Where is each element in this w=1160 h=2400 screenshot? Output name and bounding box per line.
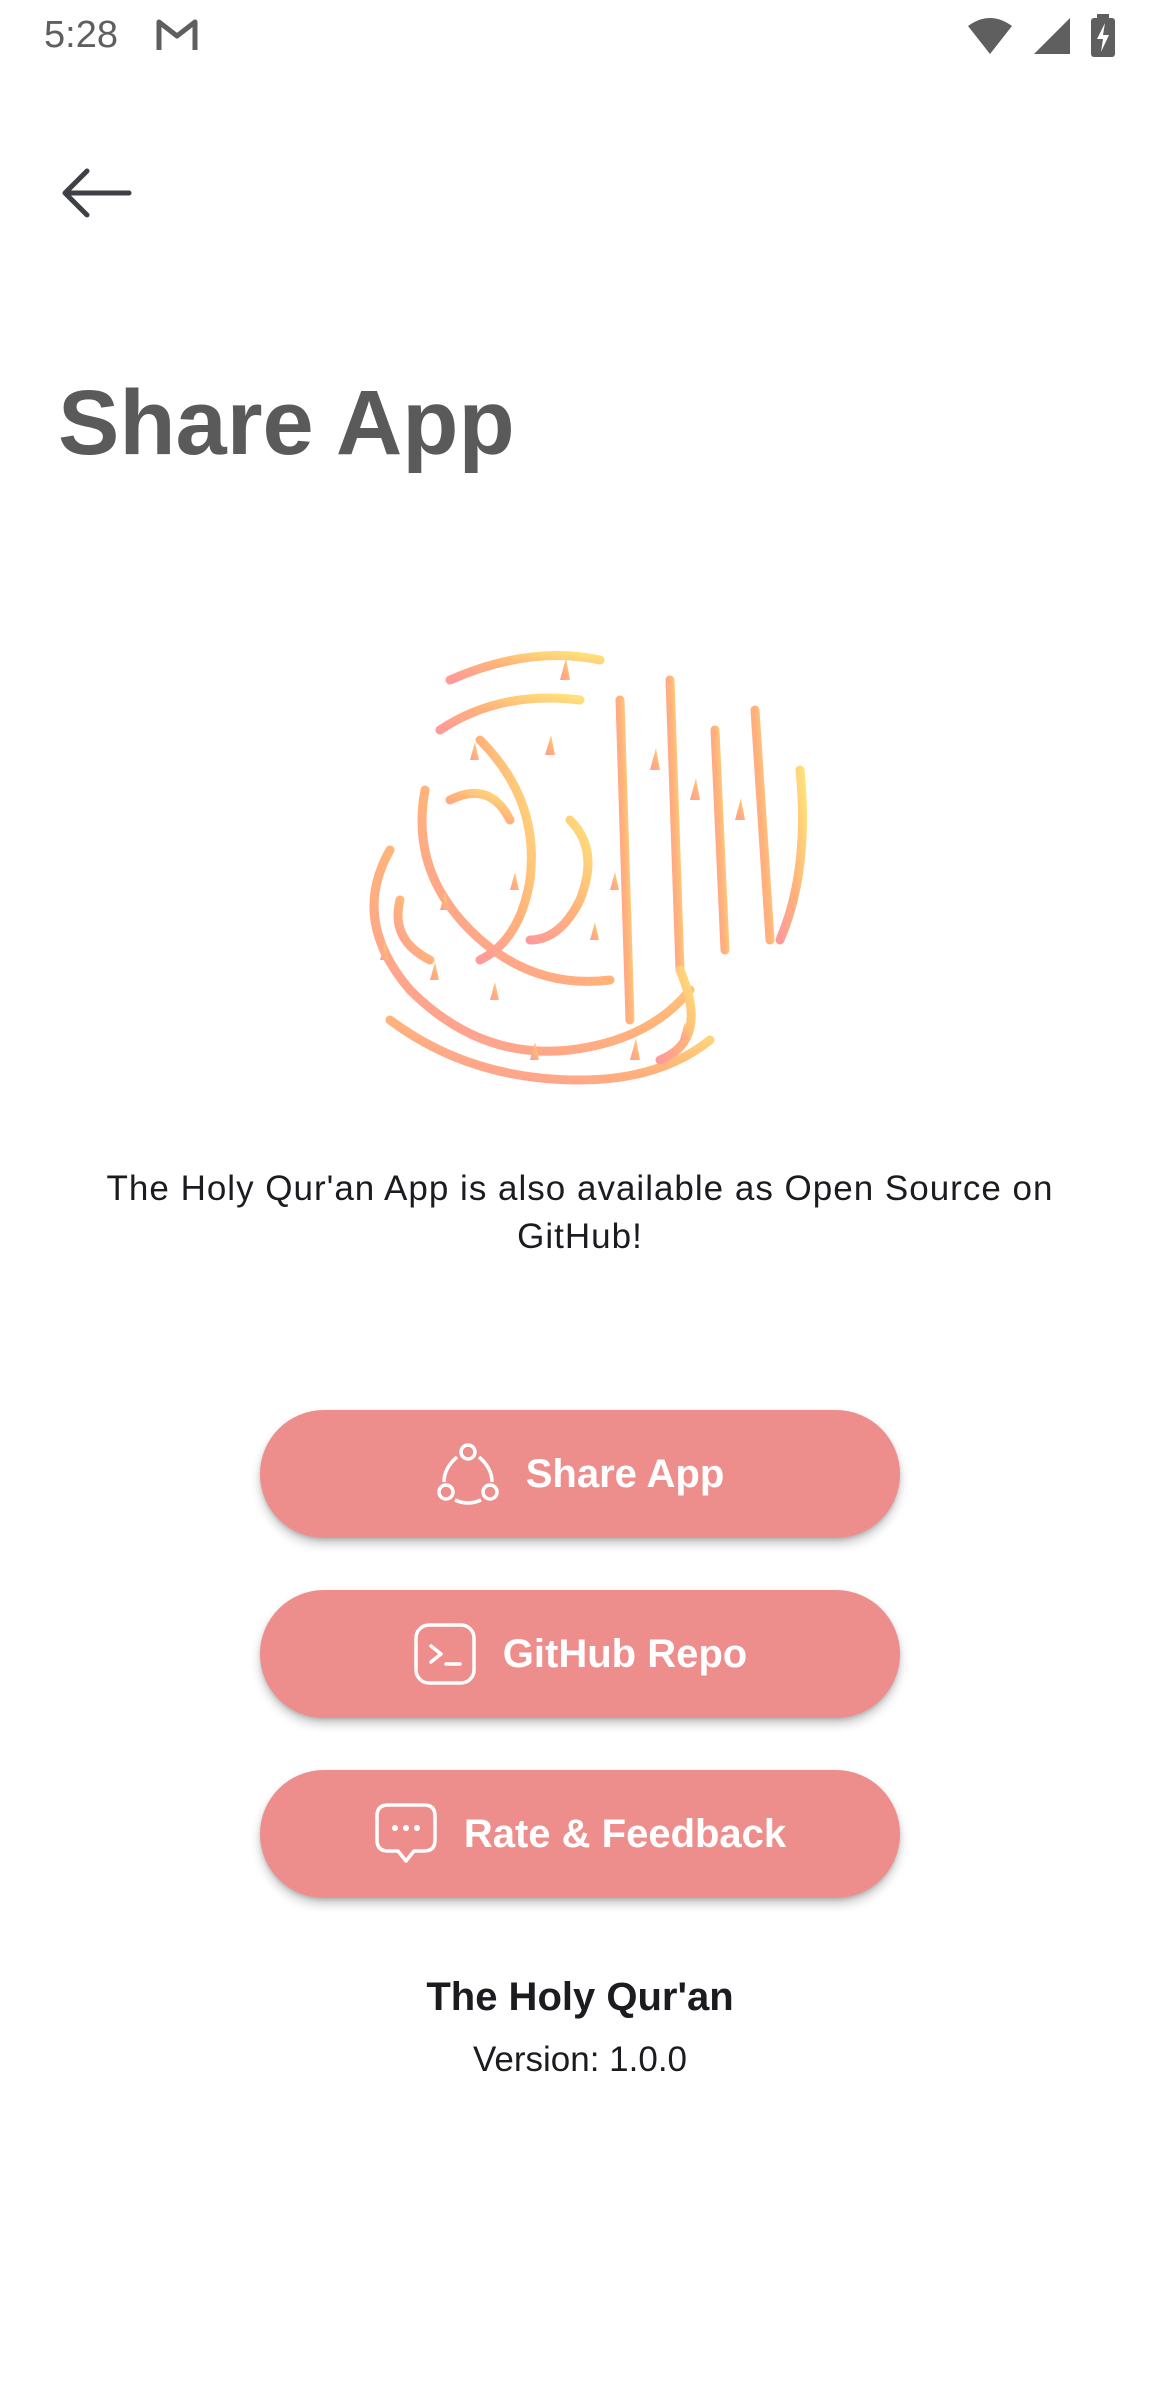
wifi-icon — [966, 16, 1014, 61]
share-icon — [436, 1442, 500, 1506]
description-text: The Holy Qur'an App is also available as… — [106, 1169, 1054, 1256]
cell-signal-icon — [1032, 16, 1072, 61]
rate-feedback-label: Rate & Feedback — [463, 1811, 787, 1856]
gmail-icon — [155, 16, 199, 57]
quran-calligraphy-logo — [330, 640, 830, 1110]
github-repo-button[interactable]: GitHub Repo — [260, 1590, 900, 1718]
share-app-label: Share App — [525, 1451, 725, 1496]
status-time: 5:28 — [44, 14, 118, 56]
arrow-back-icon — [55, 163, 135, 228]
status-icons — [966, 14, 1116, 63]
rate-feedback-button[interactable]: Rate & Feedback — [260, 1770, 900, 1898]
back-button[interactable] — [40, 150, 150, 240]
app-version: Version: 1.0.0 — [472, 2040, 688, 2079]
battery-charging-icon — [1090, 14, 1116, 63]
github-repo-label: GitHub Repo — [502, 1631, 748, 1676]
status-bar: 5:28 — [0, 0, 1160, 72]
chat-bubble-icon — [374, 1802, 438, 1866]
app-name: The Holy Qur'an — [426, 1975, 734, 2019]
page-title: Share App — [58, 372, 515, 474]
share-app-button[interactable]: Share App — [260, 1410, 900, 1538]
terminal-icon — [413, 1622, 477, 1686]
